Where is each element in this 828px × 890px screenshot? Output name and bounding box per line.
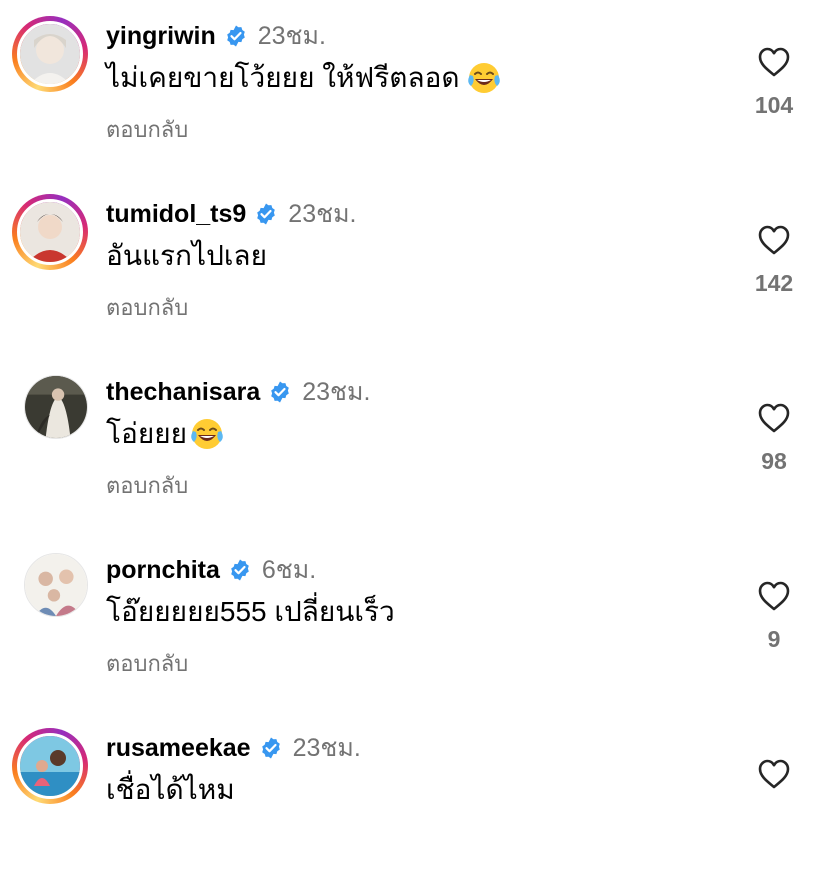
like-count[interactable]: 142 (755, 270, 793, 297)
like-count[interactable]: 104 (755, 92, 793, 119)
avatar-image (25, 554, 87, 616)
timestamp: 23ชม. (292, 734, 361, 762)
comment-body: อันแรกไปเลย (106, 240, 267, 271)
username[interactable]: rusameekae (106, 734, 251, 763)
avatar[interactable] (17, 199, 83, 265)
heart-outline-icon[interactable] (757, 224, 791, 256)
comment-body: ไม่เคยขายโว้ยยย ให้ฟรีตลอด (106, 62, 460, 93)
reply-button[interactable]: ตอบกลับ (106, 112, 188, 147)
heart-outline-icon[interactable] (757, 46, 791, 78)
comment-item: yingriwin 23ชม. ไม่เคยขายโว้ยยย ให้ฟรีตล… (0, 0, 828, 178)
username[interactable]: pornchita (106, 556, 220, 585)
comment-header: pornchita 6ชม. (106, 550, 316, 590)
face-with-tears-of-joy-emoji (467, 63, 500, 93)
comment-body: โอ่ยยย (106, 418, 188, 449)
avatar[interactable] (24, 375, 88, 439)
avatar-story-ring[interactable] (12, 16, 88, 92)
like-column: 9 (744, 580, 804, 653)
comment-item: pornchita 6ชม. โอ๊ยยยยย555 เปลี่ยนเร็ว ต… (0, 534, 828, 712)
verified-badge-icon (226, 25, 245, 47)
avatar[interactable] (17, 733, 83, 799)
comment-header: thechanisara 23ชม. (106, 372, 370, 412)
reply-button[interactable]: ตอบกลับ (106, 290, 188, 325)
username[interactable]: tumidol_ts9 (106, 200, 246, 229)
comment-body: เชื่อได้ไหม (106, 774, 235, 805)
verified-badge-icon (261, 737, 280, 759)
timestamp: 23ชม. (302, 378, 371, 406)
heart-outline-icon[interactable] (757, 580, 791, 612)
comment-header: rusameekae 23ชม. (106, 728, 361, 768)
comment-item: rusameekae 23ชม. เชื่อได้ไหม (0, 712, 828, 890)
username[interactable]: yingriwin (106, 22, 216, 51)
avatar-image (20, 202, 80, 262)
avatar-image (20, 736, 80, 796)
comment-text: ไม่เคยขายโว้ยยย ให้ฟรีตลอด (106, 58, 502, 98)
timestamp: 6ชม. (261, 556, 317, 584)
like-count[interactable]: 98 (761, 448, 787, 475)
avatar-story-ring[interactable] (12, 194, 88, 270)
timestamp: 23ชม. (257, 22, 326, 50)
verified-badge-icon (257, 203, 276, 225)
comment-header: tumidol_ts9 23ชม. (106, 194, 357, 234)
avatar[interactable] (24, 553, 88, 617)
like-count[interactable]: 9 (768, 626, 781, 653)
reply-button[interactable]: ตอบกลับ (106, 468, 188, 503)
heart-outline-icon[interactable] (757, 402, 791, 434)
avatar-image (20, 24, 80, 84)
verified-badge-icon (231, 559, 249, 581)
like-column: 98 (744, 402, 804, 475)
comment-text: เชื่อได้ไหม (106, 770, 235, 810)
timestamp: 23ชม. (288, 200, 357, 228)
username[interactable]: thechanisara (106, 378, 260, 407)
avatar[interactable] (17, 21, 83, 87)
like-column: 104 (744, 46, 804, 119)
avatar-story-ring[interactable] (12, 728, 88, 804)
comment-item: thechanisara 23ชม. โอ่ยยย ตอบกลับ 98 (0, 356, 828, 534)
verified-badge-icon (271, 381, 290, 403)
reply-button[interactable]: ตอบกลับ (106, 646, 188, 681)
comment-header: yingriwin 23ชม. (106, 16, 326, 56)
comment-text: โอ๊ยยยยย555 เปลี่ยนเร็ว (106, 592, 395, 632)
comment-text: โอ่ยยย (106, 414, 225, 454)
comment-item: tumidol_ts9 23ชม. อันแรกไปเลย ตอบกลับ 14… (0, 178, 828, 356)
like-column: 142 (744, 224, 804, 297)
heart-outline-icon[interactable] (757, 758, 791, 790)
avatar-image (25, 376, 87, 438)
comment-text: อันแรกไปเลย (106, 236, 267, 276)
face-with-tears-of-joy-emoji (191, 419, 223, 449)
like-column (744, 758, 804, 790)
comment-body: โอ๊ยยยยย555 เปลี่ยนเร็ว (106, 596, 395, 627)
